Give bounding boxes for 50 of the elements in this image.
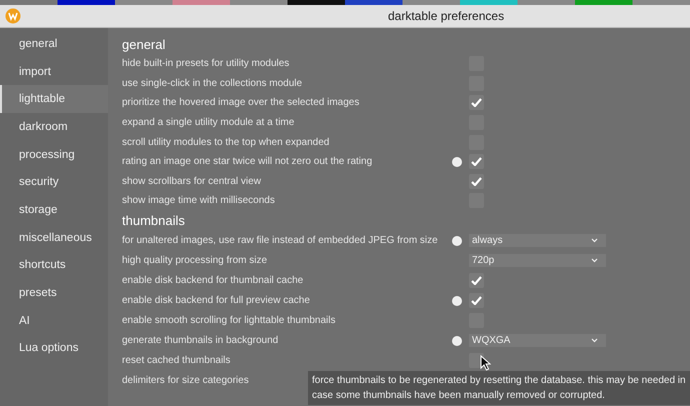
checkbox[interactable]: [469, 95, 484, 110]
chevron-icon: [591, 238, 598, 244]
checkbox[interactable]: [469, 293, 484, 308]
sidebar-item[interactable]: general: [0, 30, 108, 58]
checkbox[interactable]: [469, 154, 484, 170]
sidebar-item[interactable]: presets: [0, 279, 108, 307]
sidebar-item[interactable]: miscellaneous: [0, 224, 108, 252]
setting-label: for unaltered images, use raw file instead of embedded JPEG from size: [122, 235, 438, 246]
tooltip: force thumbnails to be regenerated by resetting the database. this may be needed in case some thumbnails have been manually removed or corrupted.: [308, 371, 690, 405]
sidebar-item[interactable]: Lua options: [0, 334, 108, 362]
sidebar-item[interactable]: AI: [0, 306, 108, 335]
setting-label: enable disk backend for full preview cache: [122, 295, 310, 306]
setting-label: use single-click in the collections module: [122, 78, 302, 89]
check-icon: [471, 296, 482, 306]
setting-label: generate thumbnails in background: [122, 335, 278, 346]
app-logo-icon: [5, 8, 21, 24]
setting-label: hide built-in presets for utility modules: [122, 58, 290, 70]
checkbox[interactable]: [469, 273, 484, 288]
setting-label: show scrollbars for central view: [122, 176, 261, 187]
dropdown[interactable]: 720p: [469, 254, 606, 268]
sidebar-item[interactable]: processing: [0, 140, 108, 168]
setting-label: reset cached thumbnails: [122, 355, 230, 366]
sidebar-item[interactable]: darkroom: [0, 113, 108, 141]
chevron-icon: [591, 258, 598, 264]
checkbox[interactable]: [469, 174, 484, 189]
cursor-icon: [480, 355, 491, 371]
dropdown[interactable]: WQXGA: [469, 334, 606, 348]
setting-label: high quality processing from size: [122, 255, 268, 266]
setting-label: rating an image one star twice will not zero out the rating: [122, 156, 372, 168]
sidebar-item[interactable]: lighttable: [0, 85, 108, 114]
setting-label: prioritize the hovered image over the selected images: [122, 97, 360, 108]
setting-label: expand a single utility module at a time: [122, 117, 294, 128]
setting-label: enable smooth scrolling for lighttable thumbnails: [122, 315, 336, 326]
check-icon: [471, 98, 482, 108]
check-icon: [471, 157, 482, 166]
chevron-icon: [591, 338, 598, 344]
sidebar-item[interactable]: shortcuts: [0, 252, 108, 280]
setting-label: show image time with milliseconds: [122, 195, 275, 206]
section-title: general: [122, 36, 166, 54]
section-title: thumbnails: [122, 212, 186, 230]
sidebar-item[interactable]: security: [0, 168, 108, 196]
dropdown[interactable]: always: [469, 234, 606, 248]
window-title: darktable preferences: [388, 9, 504, 23]
check-icon: [471, 176, 482, 186]
setting-label: delimiters for size categories: [122, 375, 249, 386]
setting-label: scroll utility modules to the top when expanded: [122, 136, 330, 148]
check-icon: [471, 276, 482, 286]
setting-label: enable disk backend for thumbnail cache: [122, 275, 304, 286]
sidebar-item[interactable]: storage: [0, 196, 108, 224]
sidebar-item[interactable]: import: [0, 58, 108, 86]
